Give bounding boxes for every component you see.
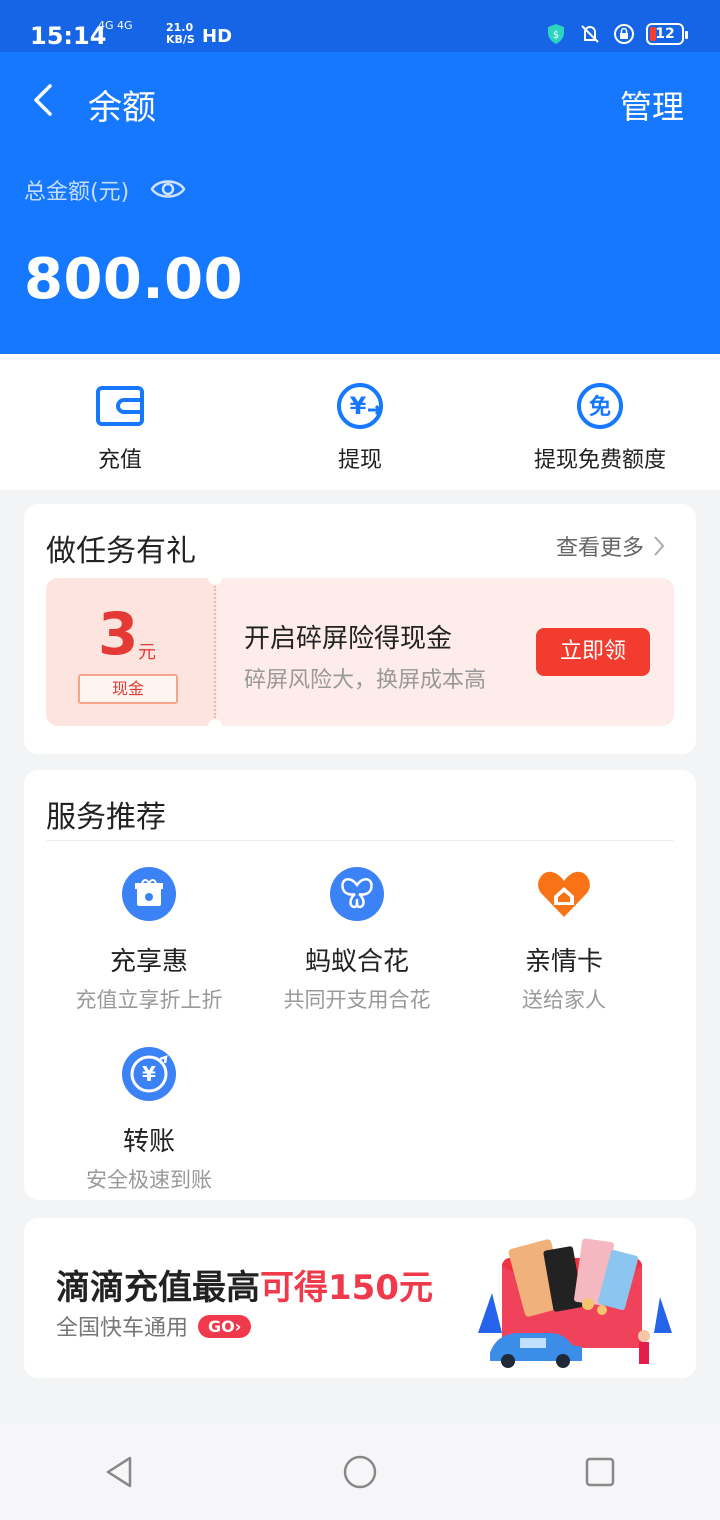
network-speed: 21.0 KB/S — [166, 21, 195, 46]
coupon-subtitle: 碎屏风险大，换屏成本高 — [244, 668, 487, 693]
free-quota-label: 提现免费额度 — [533, 448, 666, 473]
services-divider — [46, 840, 674, 841]
view-more-label: 查看更多 — [555, 536, 644, 561]
coupon-divider — [214, 586, 216, 718]
recharge-button[interactable]: 充值 — [0, 354, 240, 490]
total-amount-label: 总金额(元) — [24, 180, 130, 205]
svg-text:$: $ — [553, 30, 559, 41]
service-name: 充享惠 — [109, 947, 188, 977]
balance-amount: 800.00 — [24, 247, 244, 312]
nav-home-icon[interactable] — [342, 1454, 378, 1490]
tasks-title: 做任务有礼 — [46, 534, 196, 569]
svg-text:免: 免 — [589, 394, 611, 420]
network-indicator: 4G 4G — [98, 19, 133, 32]
service-name: 蚂蚁合花 — [304, 947, 409, 977]
coupon-amount: 3 — [98, 600, 139, 668]
heart-home-icon — [538, 871, 590, 917]
nav-back-icon[interactable] — [102, 1454, 138, 1490]
coupon-notch-bottom — [208, 719, 222, 726]
battery-icon: 12 — [646, 23, 688, 45]
status-time: 15:14 — [30, 22, 107, 50]
system-nav-bar — [0, 1424, 720, 1520]
coupon-card[interactable]: 3 元 现金 开启碎屏险得现金 碎屏风险大，换屏成本高 立即领 — [46, 578, 674, 726]
svg-text:¥: ¥ — [142, 1062, 156, 1086]
go-button[interactable]: GO› — [198, 1314, 252, 1338]
nav-recents-icon[interactable] — [582, 1454, 618, 1490]
withdraw-label: 提现 — [337, 448, 382, 473]
free-icon: 免 — [577, 383, 623, 429]
view-more-link[interactable]: 查看更多 — [556, 530, 666, 562]
service-desc: 共同开支用合花 — [283, 988, 431, 1012]
coupon-title: 开启碎屏险得现金 — [244, 624, 453, 654]
chevron-right-icon — [654, 536, 665, 556]
services-title: 服务推荐 — [46, 800, 166, 835]
service-item-family-card[interactable]: 亲情卡 送给家人 — [454, 865, 674, 1014]
hd-indicator: HD — [202, 26, 233, 47]
withdraw-yuan-icon: ¥ — [337, 383, 383, 429]
didi-promo-banner[interactable]: 滴滴充值最高可得150元 全国快车通用 GO› — [24, 1218, 696, 1378]
service-item-chongxianghui[interactable]: 充享惠 充值立享折上折 — [39, 865, 259, 1014]
banner-title: 滴滴充值最高可得150元 — [56, 1268, 433, 1308]
service-desc: 安全极速到账 — [86, 1168, 212, 1192]
withdraw-button[interactable]: ¥ 提现 — [240, 354, 480, 490]
banner-subtitle: 全国快车通用 GO› — [56, 1310, 252, 1342]
recharge-label: 充值 — [97, 448, 142, 473]
vibrate-icon — [581, 25, 599, 43]
page-title: 余额 — [88, 88, 156, 128]
wallet-icon — [96, 386, 144, 426]
balance-header: 余额 管理 总金额(元) 800.00 — [0, 52, 720, 354]
service-name: 转账 — [122, 1127, 175, 1157]
quick-actions: 充值 ¥ 提现 免 提现免费额度 — [0, 354, 720, 490]
red-envelope-car-illustration — [478, 1238, 672, 1368]
eye-icon[interactable] — [150, 174, 186, 204]
claim-button[interactable]: 立即领 — [536, 628, 650, 676]
svg-text:¥: ¥ — [350, 392, 367, 420]
shield-icon: $ — [548, 24, 564, 44]
service-desc: 充值立享折上折 — [75, 988, 223, 1012]
gift-icon — [122, 867, 176, 921]
status-bar: 15:14 4G 4G 21.0 KB/S HD $ 12 — [0, 0, 720, 52]
service-item-hehua[interactable]: 蚂蚁合花 共同开支用合花 — [247, 865, 467, 1014]
butterfly-icon — [330, 867, 384, 921]
coupon-unit: 元 — [138, 642, 156, 663]
services-card: 服务推荐 充享惠 充值立享折上折 蚂蚁合花 共同开支用合花 亲情卡 送给家人 ¥… — [24, 770, 696, 1200]
service-item-transfer[interactable]: ¥ 转账 安全极速到账 — [39, 1045, 259, 1194]
back-arrow-icon[interactable] — [28, 80, 64, 120]
coupon-tag: 现金 — [78, 674, 178, 704]
manage-button[interactable]: 管理 — [620, 82, 684, 128]
transfer-yuan-icon: ¥ — [122, 1047, 176, 1101]
free-quota-button[interactable]: 免 提现免费额度 — [480, 354, 720, 490]
tasks-card: 做任务有礼 查看更多 3 元 现金 开启碎屏险得现金 碎屏风险大，换屏成本高 立… — [24, 504, 696, 754]
service-desc: 送给家人 — [522, 988, 606, 1012]
lock-rotation-icon — [614, 24, 634, 44]
service-name: 亲情卡 — [524, 947, 603, 977]
